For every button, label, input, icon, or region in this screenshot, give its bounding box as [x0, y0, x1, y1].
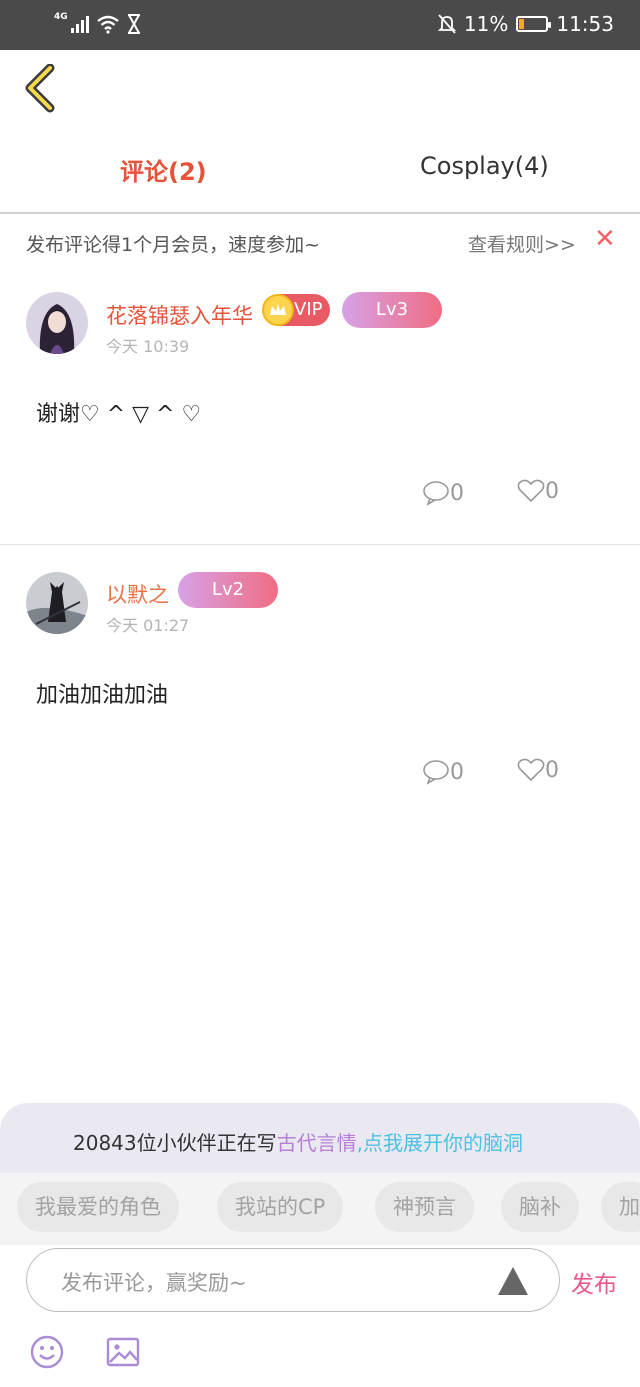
battery-icon: [516, 16, 552, 32]
chip-prediction[interactable]: 神预言: [375, 1182, 474, 1232]
back-button[interactable]: [22, 63, 62, 114]
clock: 11:53: [556, 12, 614, 36]
comment-time: 今天 10:39: [106, 337, 190, 356]
comment-bubble-icon: [423, 481, 449, 506]
topic-chips: 我最爱的角色 我站的CP 神预言 脑补 加: [0, 1173, 640, 1245]
network-type: 4G: [54, 12, 68, 22]
status-right: 11% 11:53: [437, 12, 614, 36]
image-icon[interactable]: [106, 1337, 140, 1367]
reply-button[interactable]: 0: [422, 480, 464, 506]
level-badge: Lv2: [178, 572, 278, 608]
chip-my-cp[interactable]: 我站的CP: [217, 1182, 344, 1232]
heart-icon: [517, 479, 545, 503]
view-rules-link[interactable]: 查看规则>>: [468, 230, 576, 257]
comment-bubble-icon: [423, 760, 449, 785]
reply-button[interactable]: 0: [422, 759, 464, 785]
promo-text: 发布评论得1个月会员，速度参加~: [26, 234, 321, 256]
crown-icon: [262, 294, 294, 326]
battery-percent: 11%: [463, 12, 509, 36]
status-bar: 4G 11% 11:53: [0, 0, 640, 50]
tab-cosplay[interactable]: Cosplay(4): [420, 152, 549, 180]
avatar-image: [26, 292, 88, 354]
comment-text: 加油加油加油: [36, 683, 169, 708]
banner-text: 20843位小伙伴正在写古代言情,点我展开你的脑洞: [73, 1127, 523, 1156]
comment-item: 以默之 Lv2 今天 01:27 加油加油加油 0 0: [0, 545, 640, 815]
vip-label: VIP: [294, 299, 323, 320]
signal-icon: [70, 16, 89, 33]
username[interactable]: 以默之: [106, 579, 169, 609]
like-button[interactable]: 0: [517, 478, 559, 504]
chevron-left-icon: [25, 63, 55, 113]
comment-input[interactable]: 发布评论，赢奖励~: [26, 1248, 560, 1312]
wifi-icon: [96, 15, 119, 34]
reply-count: 0: [450, 759, 464, 785]
heart-icon: [517, 758, 545, 782]
mute-bell-icon: [437, 14, 456, 34]
username[interactable]: 花落锦瑟入年华: [106, 300, 253, 330]
tab-comments[interactable]: 评论(2): [120, 152, 207, 187]
avatar-image: [26, 572, 88, 634]
emoji-icon[interactable]: [30, 1335, 64, 1369]
banner-genre: 古代言情: [276, 1131, 357, 1155]
status-left-icons: 4G: [54, 12, 142, 34]
hourglass-icon: [127, 14, 140, 34]
tab-bar: 评论(2) Cosplay(4): [0, 130, 640, 202]
avatar[interactable]: [26, 292, 88, 354]
like-count: 0: [545, 757, 559, 783]
comment-composer: 20843位小伙伴正在写古代言情,点我展开你的脑洞 我最爱的角色 我站的CP 神…: [0, 1103, 640, 1387]
triangle-up-icon[interactable]: [497, 1265, 529, 1297]
avatar[interactable]: [26, 572, 88, 634]
level-badge: Lv3: [342, 292, 442, 328]
vip-badge: VIP: [262, 294, 331, 326]
close-icon[interactable]: ✕: [594, 224, 616, 254]
input-placeholder: 发布评论，赢奖励~: [61, 1271, 247, 1295]
reply-count: 0: [450, 480, 464, 506]
comment-time: 今天 01:27: [106, 616, 190, 635]
promo-bar: 发布评论得1个月会员，速度参加~ 查看规则>> ✕: [0, 214, 640, 272]
chip-favorite-character[interactable]: 我最爱的角色: [17, 1182, 179, 1232]
like-count: 0: [545, 478, 559, 504]
like-button[interactable]: 0: [517, 757, 559, 783]
banner-prefix: 20843位小伙伴正在写: [73, 1131, 277, 1155]
banner-cta[interactable]: ,点我展开你的脑洞: [357, 1131, 523, 1155]
publish-button[interactable]: 发布: [571, 1265, 617, 1299]
chip-imagination[interactable]: 脑补: [501, 1182, 579, 1232]
chip-more[interactable]: 加: [601, 1182, 640, 1232]
comment-item: 花落锦瑟入年华 VIP Lv3 今天 10:39 谢谢♡ ^ ▽ ^ ♡ 0 0: [0, 272, 640, 544]
writing-banner[interactable]: 20843位小伙伴正在写古代言情,点我展开你的脑洞: [0, 1103, 640, 1173]
comment-text: 谢谢♡ ^ ▽ ^ ♡: [36, 402, 202, 427]
